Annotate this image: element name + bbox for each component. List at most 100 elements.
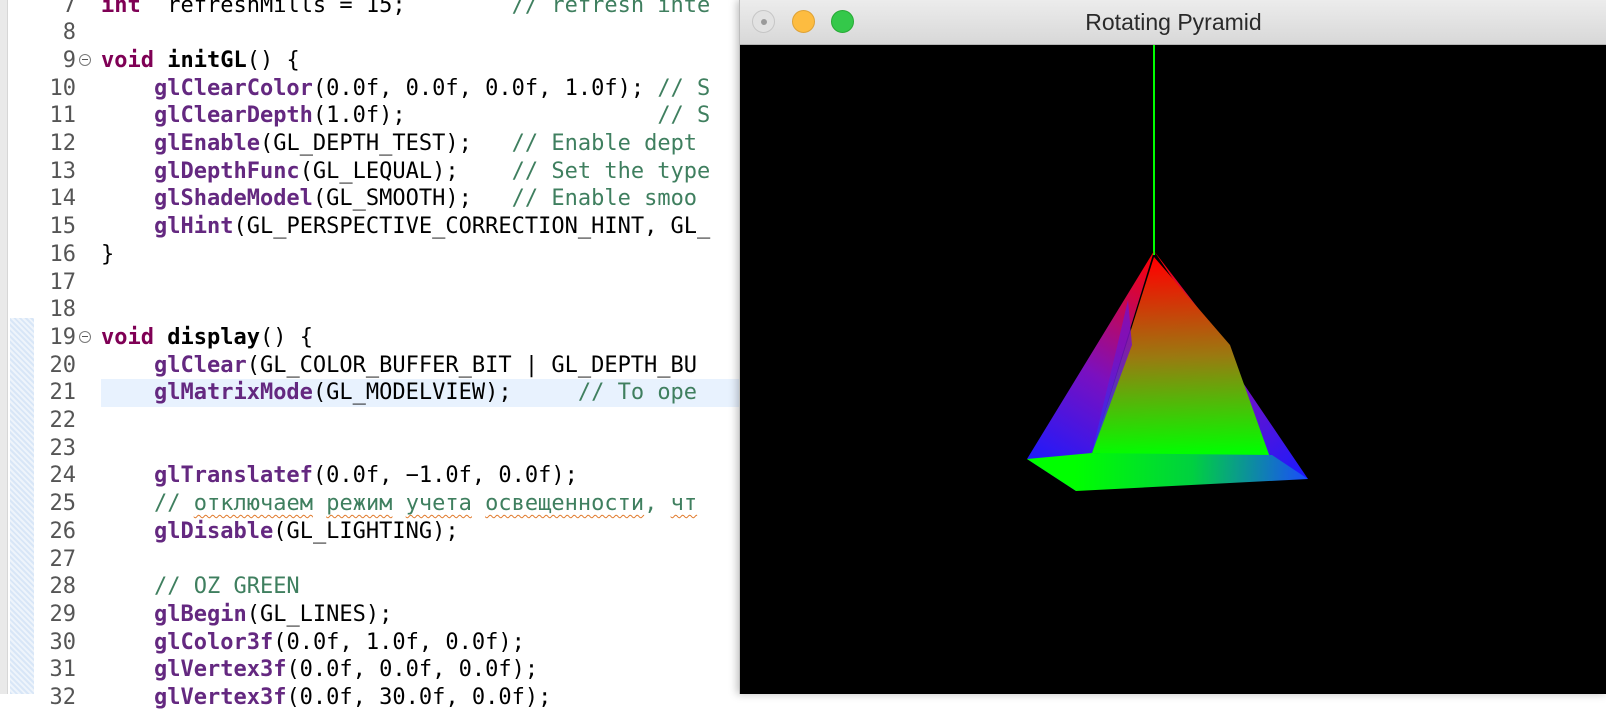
code-token: glDisable [153,518,274,544]
line-number: 20 [49,352,77,378]
code-token: (0.0f, 0.0f, 0.0f, 1.0f); [312,75,658,101]
line-number: 19 [49,324,77,350]
code-token: , [644,491,671,517]
code-text: glShadeModel(GL_SMOOTH); // Enable smoo [101,185,697,213]
code-token: glVertex3f [153,657,287,683]
opengl-window[interactable]: Rotating Pyramid [739,0,1606,694]
line-number: 9 [62,47,76,73]
code-text: int refreshMills = 15; // refresh inte [101,0,710,19]
code-token: glBegin [153,601,247,627]
line-number: 26 [49,518,77,544]
code-token: glTranslatef [153,463,313,489]
code-text: // отключаем режим учета освещенности, ч… [101,490,697,518]
code-token: display [167,324,260,350]
line-number: 7 [62,0,76,18]
code-text: void display() { [101,324,313,352]
code-token: // Enable dept [511,131,698,156]
window-title: Rotating Pyramid [1085,9,1262,35]
code-text: void initGL() { [101,47,300,75]
code-token: // [153,491,194,517]
line-number: 22 [49,408,77,433]
code-token: // To ope [577,380,698,406]
code-token: refreshMills = 15; [140,0,406,18]
code-token: // refresh inte [405,0,711,18]
code-text: glDisable(GL_LIGHTING); [101,518,459,546]
code-token: режим [326,491,393,517]
code-text: glBegin(GL_LINES); [101,601,392,629]
code-token: учета [405,491,472,517]
code-token: glDepthFunc [153,158,300,184]
line-number: 31 [49,657,77,683]
line-number: 21 [49,380,77,406]
code-token: glHint [153,214,234,240]
code-token: initGL [167,47,247,73]
code-text: } [101,241,114,269]
code-token: (GL_LIGHTING); [273,518,459,544]
code-text: glVertex3f(0.0f, 0.0f, 0.0f); [101,656,538,684]
line-number: 28 [49,574,77,600]
pyramid-render [1027,45,1308,491]
code-text: glColor3f(0.0f, 1.0f, 0.0f); [101,629,525,657]
code-token: glShadeModel [153,186,313,212]
code-token: (GL_LEQUAL); [299,158,512,184]
line-number: 29 [49,601,77,627]
code-token: // S [657,103,711,129]
code-text: glClear(GL_COLOR_BUFFER_BIT | GL_DEPTH_B… [101,352,697,380]
line-number: 17 [49,269,77,295]
code-token: glMatrixMode [153,380,313,406]
code-token: // S [657,75,711,101]
code-text: glClearColor(0.0f, 0.0f, 0.0f, 1.0f); //… [101,75,710,103]
line-number: 32 [49,685,77,710]
code-token: // Set the type [511,158,711,184]
code-token: glClear [153,352,247,378]
line-number: 12 [49,131,77,156]
line-number: 30 [49,629,77,655]
line-number: 23 [49,435,77,461]
code-token: void [101,47,154,73]
line-number: 8 [62,20,76,46]
code-token: освещенности [485,491,645,517]
line-number: 27 [49,546,77,572]
window-titlebar[interactable]: Rotating Pyramid [740,0,1606,45]
fold-collapse-icon[interactable] [79,53,91,66]
code-text: glTranslatef(0.0f, −1.0f, 0.0f); [101,462,578,490]
code-token: (GL_MODELVIEW); [312,380,578,406]
pyramid-base-face [1027,453,1308,491]
line-number: 14 [49,186,77,212]
code-token: (0.0f, 30.0f, 0.0f); [286,685,552,710]
code-token: glClearColor [153,75,313,101]
fold-collapse-icon[interactable] [79,330,91,343]
code-token: (GL_COLOR_BUFFER_BIT | GL_DEPTH_BU [246,352,698,378]
code-token: чт [670,491,698,517]
code-token: glColor3f [153,629,274,655]
line-number: 16 [49,241,77,267]
line-number: 18 [49,297,77,323]
code-token: () { [246,47,300,73]
code-token: glEnable [153,131,260,156]
gl-canvas[interactable] [740,45,1606,694]
line-number: 11 [49,103,77,129]
code-text: glHint(GL_PERSPECTIVE_CORRECTION_HINT, G… [101,213,710,241]
line-number: 24 [49,463,77,489]
line-number: 15 [49,214,77,240]
code-token: (GL_SMOOTH); [312,186,512,212]
line-number: 10 [49,75,77,101]
code-token: int [101,0,141,18]
code-token: () { [259,324,313,350]
